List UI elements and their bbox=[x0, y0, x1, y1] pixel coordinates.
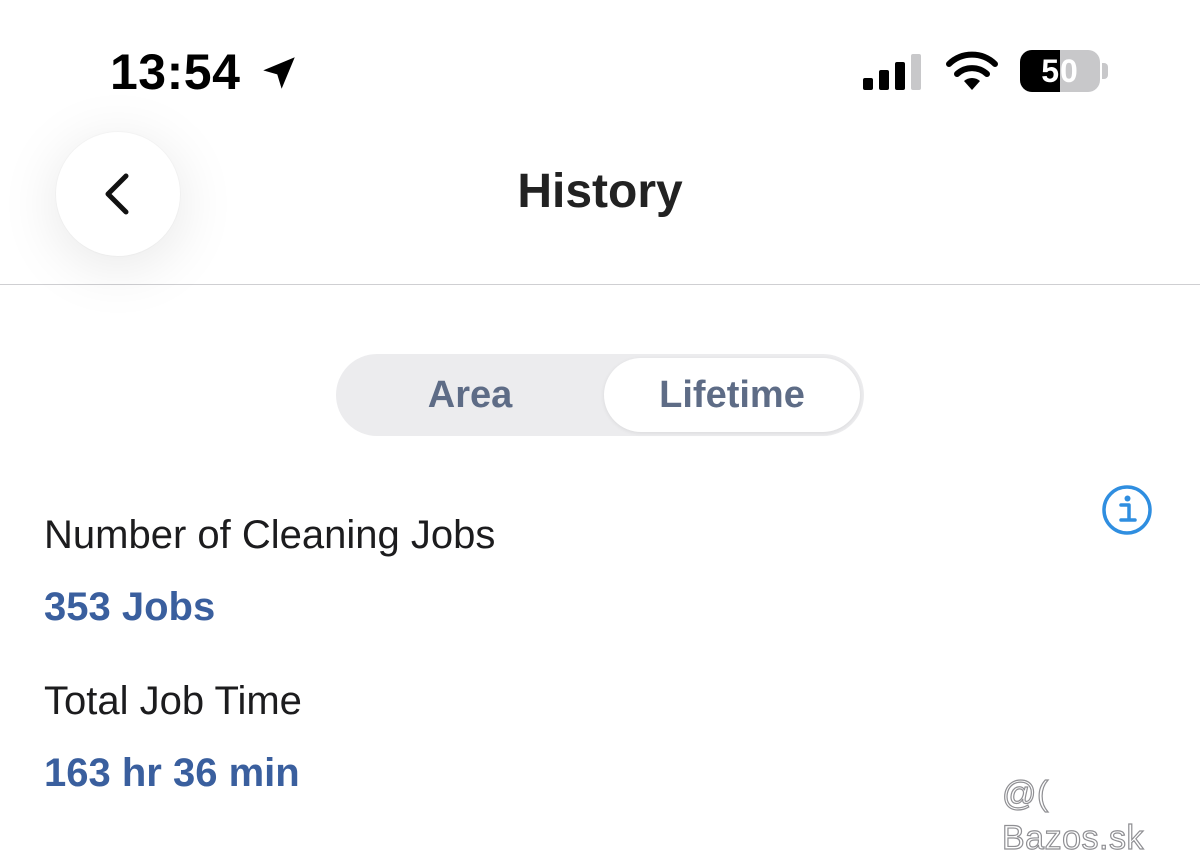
total-job-time-label: Total Job Time bbox=[44, 679, 302, 723]
wifi-icon bbox=[946, 51, 998, 90]
location-arrow-icon bbox=[263, 57, 295, 89]
cellular-signal-icon bbox=[863, 54, 921, 90]
nav-bar: History bbox=[0, 110, 1200, 285]
status-bar: 13:54 50 bbox=[0, 0, 1200, 110]
page-title: History bbox=[517, 165, 683, 218]
battery-nub bbox=[1102, 63, 1108, 79]
cleaning-jobs-value: 353 Jobs bbox=[44, 585, 216, 629]
battery-icon: 50 bbox=[1020, 50, 1100, 92]
battery-level: 50 bbox=[1041, 53, 1079, 89]
tab-lifetime[interactable]: Lifetime bbox=[604, 358, 860, 432]
info-circle-icon[interactable] bbox=[1100, 483, 1154, 537]
status-time: 13:54 bbox=[110, 44, 241, 100]
watermark: @( Bazos.sk bbox=[1001, 774, 1144, 857]
tab-area[interactable]: Area bbox=[340, 358, 600, 432]
total-job-time-value: 163 hr 36 min bbox=[44, 751, 300, 795]
history-segmented-control: Area Lifetime bbox=[336, 354, 864, 436]
cleaning-jobs-label: Number of Cleaning Jobs bbox=[44, 513, 496, 557]
